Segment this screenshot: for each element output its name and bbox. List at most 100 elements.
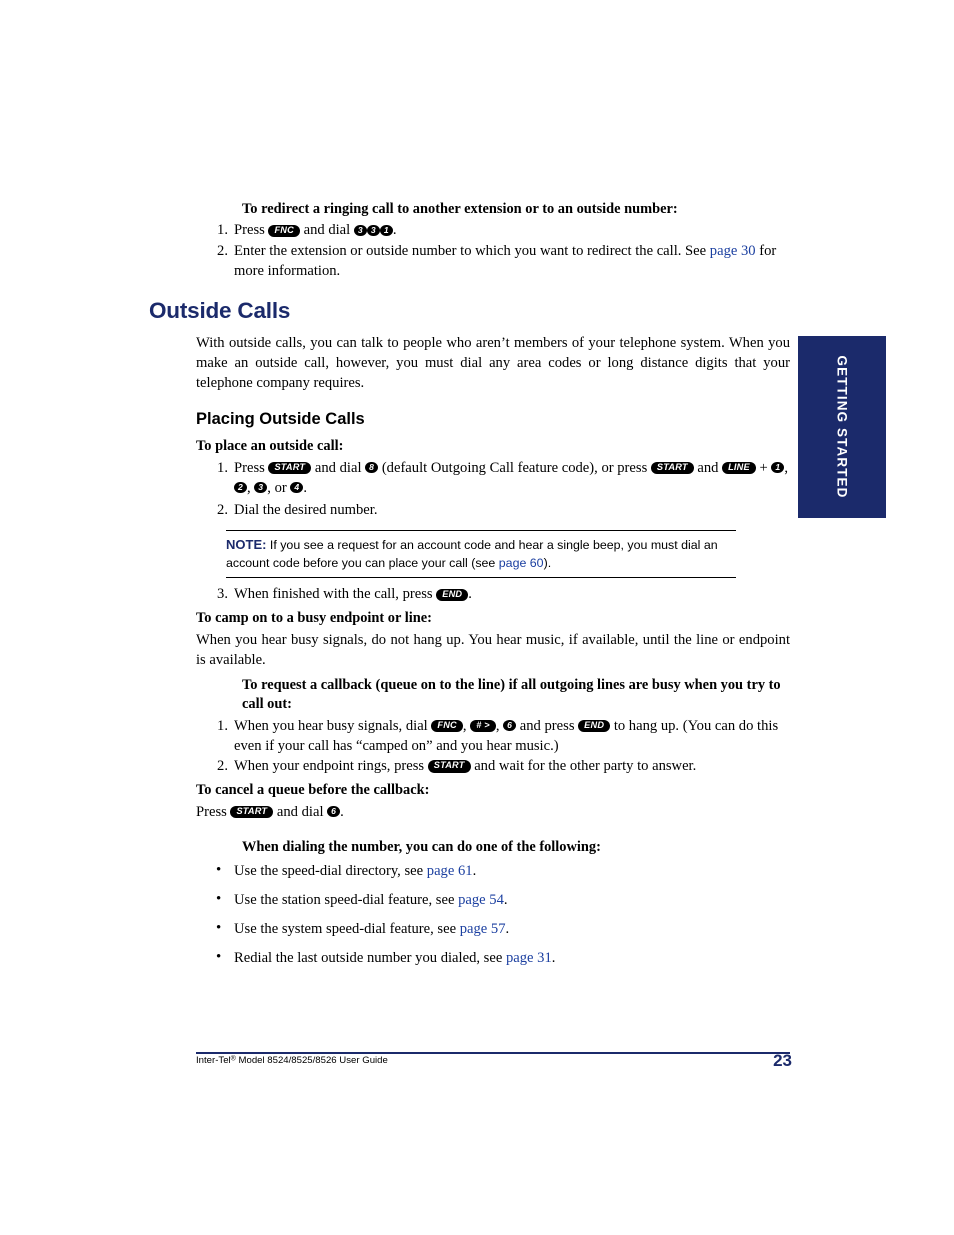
bullet-text-b: . [503,892,508,909]
cancel-text-pre: Press [196,803,227,820]
page-link[interactable]: page 54 [458,892,504,908]
list-item: • Use the speed-dial directory, see page… [196,861,790,881]
hash-key-icon: # > [470,720,496,733]
bullet-text-a: Redial the last outside number you diale… [234,950,503,967]
note-text-b: ). [543,556,552,570]
step-text-pre: When your endpoint rings, press [234,757,425,774]
camp-on-body: When you hear busy signals, do not hang … [196,631,790,668]
note-content: NOTE: If you see a request for an accoun… [226,537,718,570]
step-text-pre: Press [234,222,265,239]
step-text-post: . [392,222,397,239]
start-key-icon: START [230,806,274,819]
footer-text-a: Inter-Tel [196,1055,231,1066]
fnc-key-icon: FNC [431,720,463,733]
page-link[interactable]: page 61 [427,863,473,879]
list-item: 1. Press START and dial 8 (default Outgo… [196,458,790,498]
step-number: 2. [217,242,228,259]
bullet-text-b: . [551,950,556,967]
redirect-heading: To redirect a ringing call to another ex… [242,201,678,217]
list-item: 1. When you hear busy signals, dial FNC,… [196,716,790,756]
step-text-pre: Press [234,459,265,476]
list-item: 3. When finished with the call, press EN… [196,584,790,604]
end-key-icon: END [578,720,611,733]
footer-document-title: Inter-Tel® Model 8524/8525/8526 User Gui… [196,1055,388,1066]
step-text-comma: , [784,459,788,476]
note-label: NOTE: [226,537,267,552]
page-link[interactable]: page 30 [710,243,756,259]
step-text-comma: , [246,479,251,496]
step-text: Dial the desired number. [234,501,378,518]
digit-key-icon: 3 [353,224,367,237]
step-text-post: . [303,479,308,496]
step-number: 3. [217,586,228,602]
bullet-text-a: Use the system speed-dial feature, see [234,921,457,938]
note-text-a: If you see a request for an account code… [226,538,718,570]
dialing-options-list: • Use the speed-dial directory, see page… [196,861,790,969]
step-text-post: and wait for the other party to answer. [474,757,697,774]
cancel-text-mid: and dial [276,803,324,820]
step-number: 1. [217,222,228,239]
bullet-icon: • [216,949,222,966]
bullet-text-b: . [505,921,510,938]
step-number: 2. [217,501,228,518]
section-body-text: With outside calls, you can talk to peop… [196,334,790,392]
fnc-key-icon: FNC [268,224,300,238]
callback-heading: To request a callback (queue on to the l… [242,676,781,713]
step-number: 1. [217,459,228,476]
bullet-text-b: . [472,863,477,880]
page-number: 23 [773,1051,792,1070]
document-page: GETTING STARTED To redirect a ringing ca… [0,0,954,1235]
subsection-title: Placing Outside Calls [196,410,365,429]
redirect-steps-list: 1. Press FNC and dial 331. 2. Enter the … [196,220,790,280]
start-key-icon: START [427,760,471,773]
callback-steps: 1. When you hear busy signals, dial FNC,… [196,716,790,776]
footer-text-b: Model 8524/8525/8526 User Guide [235,1055,388,1066]
page-content: To redirect a ringing call to another ex… [149,200,790,978]
digit-key-icon: 4 [290,482,304,494]
place-call-steps-cont: 3. When finished with the call, press EN… [196,584,790,604]
digit-key-icon: 6 [327,805,341,818]
step-text-a: Enter the extension or outside number to… [234,242,707,259]
page-link[interactable]: page 31 [506,950,552,966]
step-text-mid3: and [697,459,719,476]
list-item: 2. Dial the desired number. [196,500,790,520]
step-text-or: , or [267,479,287,496]
step-text-mid: and dial [303,222,351,239]
bullet-text-a: Use the station speed-dial feature, see [234,892,455,909]
start-key-icon: START [268,462,312,475]
digit-key-icon: 1 [379,224,393,237]
step-text-plus: + [759,459,768,476]
place-call-heading: To place an outside call: [196,438,344,455]
camp-on-heading: To camp on to a busy endpoint or line: [196,610,432,627]
bullet-text-a: Use the speed-dial directory, see [234,863,424,880]
place-call-steps: 1. Press START and dial 8 (default Outgo… [196,458,790,520]
footer-divider [196,1052,790,1054]
end-key-icon: END [436,588,469,601]
section-tab-label: GETTING STARTED [834,355,850,499]
step-text-comma: , [495,717,500,734]
digit-key-icon: 6 [503,720,517,732]
digit-key-icon: 3 [366,224,380,237]
bullet-icon: • [216,862,222,879]
digit-key-icon: 3 [254,482,268,494]
bullet-icon: • [216,920,222,937]
line-key-icon: LINE [722,462,756,475]
page-link[interactable]: page 57 [460,921,506,937]
cancel-queue-heading: To cancel a queue before the callback: [196,782,430,799]
cancel-queue-body: Press START and dial 6. [196,802,790,822]
bullet-icon: • [216,891,222,908]
list-item: 2. When your endpoint rings, press START… [196,756,790,776]
list-item: • Use the system speed-dial feature, see… [196,919,790,939]
step-text-pre: When finished with the call, press [234,586,433,602]
step-text-comma: , [462,717,467,734]
page-link[interactable]: page 60 [499,556,544,570]
cancel-text-post: . [340,803,344,820]
step-number: 2. [217,757,228,774]
list-item: 1. Press FNC and dial 331. [196,220,790,240]
digit-key-icon: 1 [771,461,785,474]
start-key-icon: START [650,462,694,475]
list-item: • Use the station speed-dial feature, se… [196,890,790,910]
step-text-post: . [468,586,472,602]
digit-key-icon: 2 [234,482,247,494]
step-number: 1. [217,717,228,734]
